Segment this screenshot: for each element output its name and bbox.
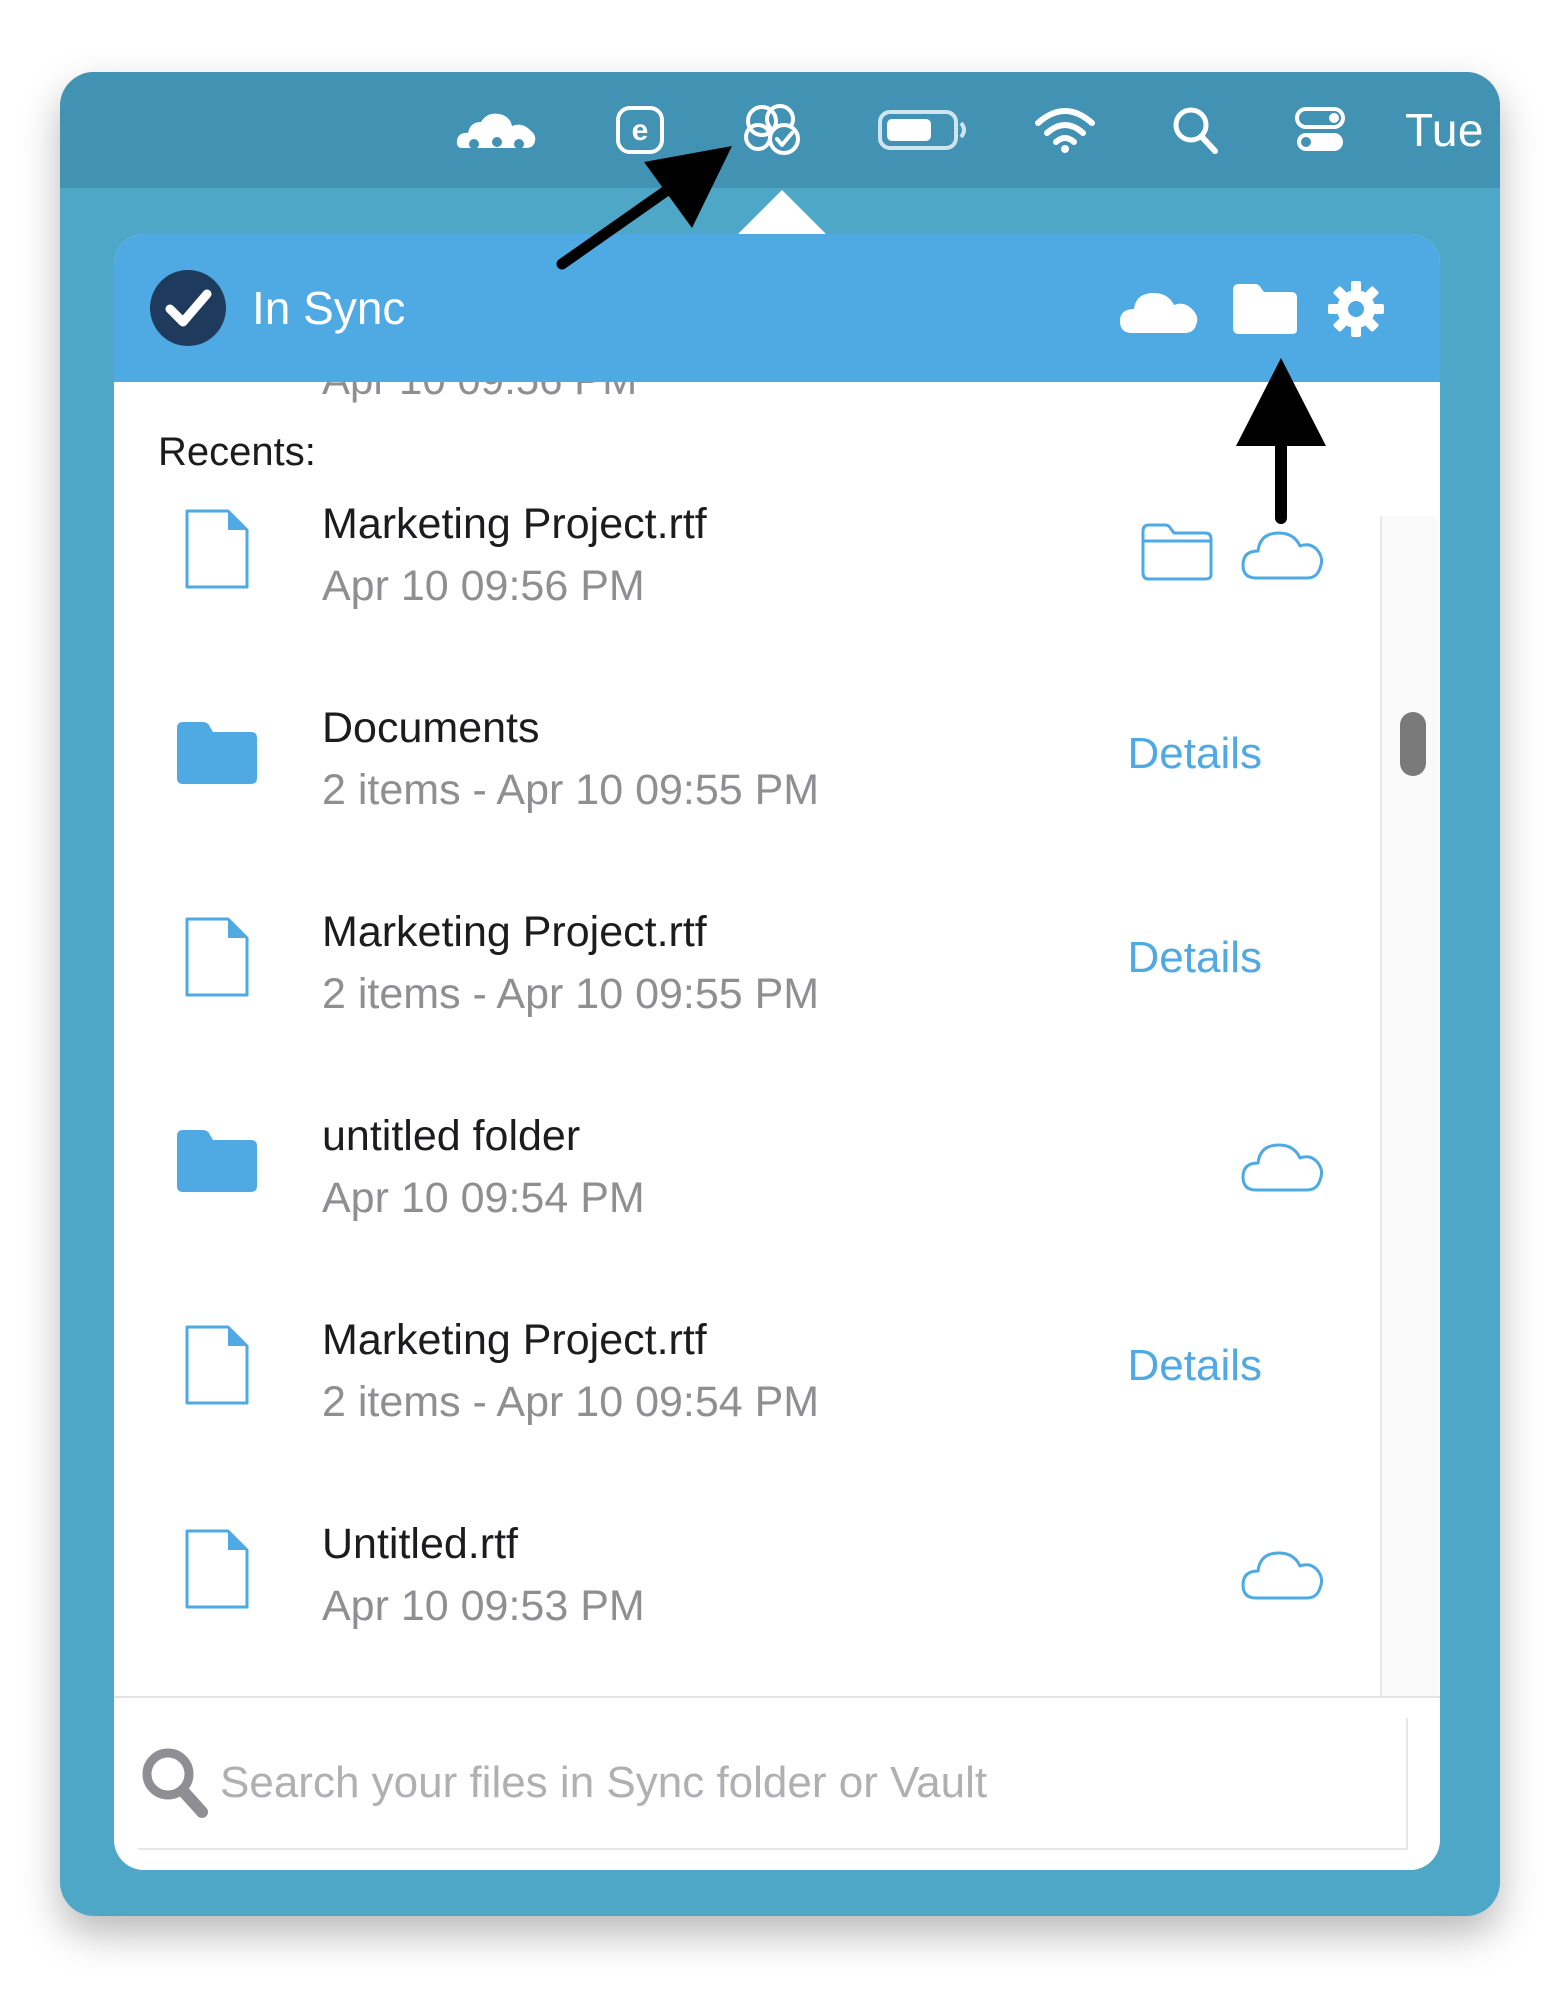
- file-icon: [185, 1529, 249, 1609]
- open-cloud-button[interactable]: [1118, 278, 1200, 340]
- sync-popover-panel: In Sync Recents: Marketing Project.rtf A…: [114, 234, 1440, 1870]
- list-item[interactable]: Documents 2 items - Apr 10 09:55 PM Deta…: [114, 704, 1374, 914]
- item-name: Marketing Project.rtf: [322, 1316, 707, 1364]
- scrollbar-thumb[interactable]: [1400, 712, 1426, 776]
- recents-scrollbar[interactable]: [1380, 516, 1438, 1696]
- cloud-icon: [1120, 293, 1198, 333]
- search-icon: [142, 1748, 208, 1818]
- settings-button[interactable]: [1326, 278, 1386, 340]
- details-link[interactable]: Details: [1128, 930, 1263, 986]
- item-meta: Apr 10 09:54 PM: [322, 1174, 645, 1222]
- scrolled-row-partial: Apr 10 09:56 PM: [114, 382, 1440, 406]
- cloud-outline-icon: [1241, 1143, 1324, 1192]
- cloud-sync-app-icon[interactable]: [452, 100, 542, 160]
- details-link[interactable]: Details: [1128, 726, 1263, 782]
- list-item[interactable]: Marketing Project.rtf Apr 10 09:56 PM: [114, 506, 1374, 710]
- gear-icon: [1328, 281, 1384, 337]
- folder-outline-icon: [1141, 523, 1213, 581]
- item-meta: 2 items - Apr 10 09:55 PM: [322, 970, 820, 1018]
- item-meta: 2 items - Apr 10 09:54 PM: [322, 1378, 820, 1426]
- open-in-cloud-button[interactable]: [1240, 520, 1324, 582]
- checkmark-circle-icon: [150, 270, 226, 346]
- recents-list: Marketing Project.rtf Apr 10 09:56 PM Do…: [114, 506, 1374, 1696]
- file-icon: [185, 509, 249, 589]
- item-name: Documents: [322, 704, 540, 752]
- control-center-icon[interactable]: [1292, 100, 1348, 160]
- menu-bar: e Tue: [60, 72, 1500, 188]
- recents-heading: Recents:: [158, 430, 316, 474]
- item-meta: Apr 10 09:56 PM: [322, 562, 645, 610]
- search-input[interactable]: [218, 1746, 1342, 1820]
- divider: [114, 1696, 1440, 1698]
- cloud-outline-icon: [1241, 1551, 1324, 1600]
- popover-arrow: [736, 190, 828, 236]
- item-name: untitled folder: [322, 1112, 581, 1160]
- details-link[interactable]: Details: [1128, 1338, 1263, 1394]
- item-name: Untitled.rtf: [322, 1520, 518, 1568]
- open-folder-button[interactable]: [1230, 278, 1300, 340]
- list-item[interactable]: Marketing Project.rtf 2 items - Apr 10 0…: [114, 1316, 1374, 1526]
- item-name: Marketing Project.rtf: [322, 506, 707, 548]
- sync-client-icon[interactable]: [738, 100, 808, 160]
- open-in-cloud-button[interactable]: [1240, 1540, 1324, 1602]
- item-name: Marketing Project.rtf: [322, 908, 707, 956]
- item-meta: Apr 10 09:53 PM: [322, 1582, 645, 1630]
- search-bar: [138, 1718, 1408, 1850]
- scrolled-row-meta: Apr 10 09:56 PM: [322, 382, 637, 406]
- wifi-icon[interactable]: [1032, 100, 1098, 160]
- e-app-icon[interactable]: e: [610, 100, 670, 160]
- list-item[interactable]: Untitled.rtf Apr 10 09:53 PM: [114, 1520, 1374, 1696]
- folder-filled-icon: [177, 1130, 257, 1192]
- panel-header: In Sync: [114, 234, 1440, 382]
- list-item[interactable]: Marketing Project.rtf 2 items - Apr 10 0…: [114, 908, 1374, 1118]
- menu-bar-clock: Tue: [1404, 104, 1484, 156]
- svg-text:e: e: [632, 114, 649, 147]
- file-icon: [185, 1325, 249, 1405]
- file-icon: [185, 917, 249, 997]
- cloud-outline-icon: [1241, 531, 1324, 580]
- list-item[interactable]: untitled folder Apr 10 09:54 PM: [114, 1112, 1374, 1322]
- desktop-background: e Tue In Sync Recents: Marketing Project…: [60, 72, 1500, 1916]
- open-in-cloud-button[interactable]: [1240, 1132, 1324, 1194]
- show-in-folder-button[interactable]: [1140, 522, 1214, 582]
- folder-filled-icon: [177, 722, 257, 784]
- spotlight-search-icon[interactable]: [1170, 100, 1220, 160]
- sync-status-label: In Sync: [252, 282, 406, 334]
- folder-icon: [1233, 284, 1297, 334]
- battery-icon[interactable]: [876, 100, 970, 160]
- item-meta: 2 items - Apr 10 09:55 PM: [322, 766, 820, 814]
